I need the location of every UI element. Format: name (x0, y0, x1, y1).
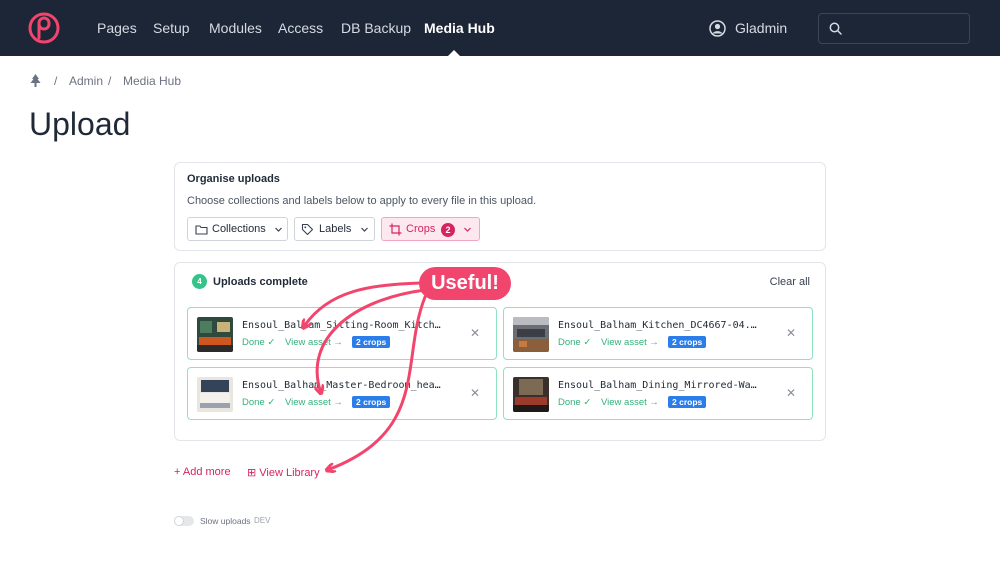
upload-status: Done ✓ (242, 397, 276, 408)
file-thumbnail (197, 317, 233, 352)
search-icon (829, 22, 842, 35)
organise-uploads-panel: Organise uploads Choose collections and … (174, 162, 826, 251)
collections-label: Collections (212, 223, 266, 235)
breadcrumb-separator: / (108, 74, 112, 88)
chevron-down-icon (464, 227, 471, 232)
upload-status: Done ✓ (558, 337, 592, 348)
upload-status: Done ✓ (558, 397, 592, 408)
useful-annotation-label: Useful! (419, 267, 511, 300)
crops-badge[interactable]: 2 crops (352, 336, 391, 348)
remove-file-icon[interactable]: ✕ (786, 386, 796, 400)
crops-label: Crops (406, 223, 436, 235)
labels-button[interactable]: Labels (294, 217, 375, 241)
breadcrumb-item-media-hub[interactable]: Media Hub (123, 73, 181, 89)
upload-status: Done ✓ (242, 337, 276, 348)
top-navigation-bar: Pages Setup Modules Access DB Backup Med… (0, 0, 1000, 56)
file-name: Ensoul_Balham_Kitchen_DC4667-04.jpg (558, 320, 758, 331)
breadcrumb-item-admin[interactable]: Admin (69, 73, 103, 89)
dev-tag: DEV (254, 516, 271, 525)
remove-file-icon[interactable]: ✕ (470, 326, 480, 340)
slow-uploads-label: Slow uploads (200, 516, 251, 526)
view-asset-link[interactable]: View asset → (601, 397, 659, 408)
organise-title: Organise uploads (187, 173, 280, 185)
toggle-knob (174, 516, 184, 526)
upload-card: Ensoul_Balham_Kitchen_DC4667-04.jpg Done… (503, 307, 813, 360)
view-asset-link[interactable]: View asset → (285, 397, 343, 408)
crops-badge[interactable]: 2 crops (668, 336, 707, 348)
user-name[interactable]: Gladmin (735, 0, 787, 56)
home-tree-icon[interactable] (30, 74, 41, 87)
breadcrumb-separator: / (54, 74, 58, 88)
upload-card: Ensoul_Balham_Sitting-Room_Kitchen Done … (187, 307, 497, 360)
remove-file-icon[interactable]: ✕ (470, 386, 480, 400)
active-nav-indicator (448, 50, 460, 56)
add-more-button[interactable]: + Add more (174, 466, 231, 478)
nav-item-modules[interactable]: Modules (209, 0, 262, 56)
view-asset-link[interactable]: View asset → (285, 337, 343, 348)
folder-icon (195, 225, 208, 235)
crops-badge[interactable]: 2 crops (668, 396, 707, 408)
upload-card: Ensoul_Balham_Master-Bedroom_headboard D… (187, 367, 497, 420)
remove-file-icon[interactable]: ✕ (786, 326, 796, 340)
breadcrumb: / Admin / Media Hub (30, 73, 230, 89)
crops-button[interactable]: Crops 2 (381, 217, 480, 241)
file-name: Ensoul_Balham_Sitting-Room_Kitchen (242, 320, 442, 331)
view-library-button[interactable]: ⊞ View Library (247, 466, 320, 479)
file-thumbnail (513, 317, 549, 352)
nav-item-db-backup[interactable]: DB Backup (341, 0, 411, 56)
nav-item-media-hub[interactable]: Media Hub (424, 0, 495, 56)
logo-icon[interactable] (28, 12, 60, 44)
clear-all-button[interactable]: Clear all (770, 276, 810, 288)
user-avatar-icon[interactable] (709, 20, 726, 37)
file-name: Ensoul_Balham_Dining_Mirrored-Wall (558, 380, 758, 391)
nav-item-pages[interactable]: Pages (97, 0, 137, 56)
uploads-title: Uploads complete (213, 276, 308, 288)
view-asset-link[interactable]: View asset → (601, 337, 659, 348)
page-title: Upload (29, 106, 131, 142)
nav-item-access[interactable]: Access (278, 0, 323, 56)
tag-icon (301, 223, 314, 236)
chevron-down-icon (361, 227, 368, 232)
labels-label: Labels (319, 223, 352, 235)
crops-count-badge: 2 (441, 223, 455, 237)
slow-uploads-toggle[interactable] (174, 516, 194, 526)
uploads-count-badge: 4 (192, 274, 207, 289)
chevron-down-icon (275, 227, 282, 232)
file-name: Ensoul_Balham_Master-Bedroom_headboard (242, 380, 442, 391)
crops-badge[interactable]: 2 crops (352, 396, 391, 408)
organise-description: Choose collections and labels below to a… (187, 195, 537, 207)
crop-icon (389, 223, 402, 236)
nav-item-setup[interactable]: Setup (153, 0, 190, 56)
file-thumbnail (513, 377, 549, 412)
upload-card: Ensoul_Balham_Dining_Mirrored-Wall Done … (503, 367, 813, 420)
file-thumbnail (197, 377, 233, 412)
search-input[interactable] (818, 13, 970, 44)
collections-button[interactable]: Collections (187, 217, 288, 241)
